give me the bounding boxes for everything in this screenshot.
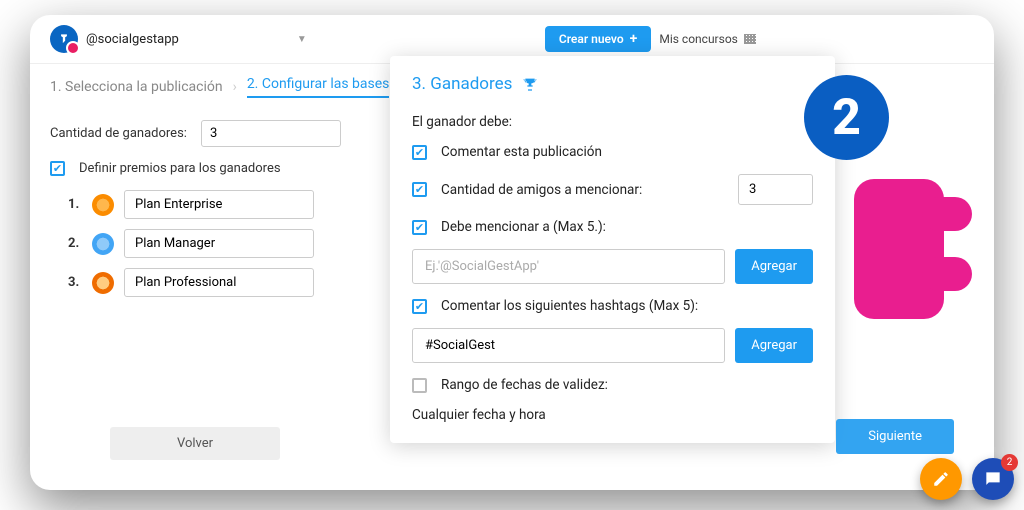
prizes-list: 1. 2. 3. [50, 190, 350, 297]
opt-comment-post[interactable]: Comentar esta publicación [412, 144, 813, 160]
account-dropdown[interactable]: @socialgestapp ▼ [50, 25, 307, 53]
chat-icon [983, 469, 1003, 489]
add-mention-button[interactable]: Agregar [735, 249, 813, 284]
mention-input-row: Agregar [412, 249, 813, 284]
account-name: @socialgestapp [86, 32, 179, 47]
winners-qty-row: Cantidad de ganadores: [50, 120, 350, 147]
define-prizes-row[interactable]: Definir premios para los ganadores [50, 161, 350, 176]
grid-icon [744, 34, 756, 44]
opt-label: Cantidad de amigos a mencionar: [441, 182, 724, 198]
opt-friends-count: Cantidad de amigos a mencionar: [412, 174, 813, 205]
winners-qty-label: Cantidad de ganadores: [50, 126, 187, 141]
step-number-badge: 2 [804, 75, 889, 160]
next-button[interactable]: Siguiente [836, 419, 954, 454]
define-prizes-label: Definir premios para los ganadores [79, 161, 281, 176]
chevron-right-icon: › [233, 79, 237, 95]
must-label: El ganador debe: [412, 114, 813, 130]
date-range-value: Cualquier fecha y hora [412, 407, 813, 423]
my-contests-link[interactable]: Mis concursos [659, 32, 756, 46]
notification-badge: 2 [1001, 454, 1018, 471]
top-center-nav: Crear nuevo + Mis concursos [545, 26, 756, 52]
create-new-button[interactable]: Crear nuevo + [545, 26, 651, 52]
opt-label: Comentar los siguientes hashtags (Max 5)… [441, 298, 813, 314]
opt-label: Debe mencionar a (Max 5.): [441, 219, 813, 235]
chat-fab[interactable]: 2 [972, 458, 1014, 500]
mention-input[interactable] [412, 249, 725, 284]
opt-must-mention[interactable]: Debe mencionar a (Max 5.): [412, 219, 813, 235]
step-1[interactable]: 1. Selecciona la publicación [50, 79, 223, 95]
medal-silver-icon [92, 233, 114, 255]
medal-gold-icon [92, 194, 114, 216]
opt-hashtags[interactable]: Comentar los siguientes hashtags (Max 5)… [412, 298, 813, 314]
add-hashtag-button[interactable]: Agregar [735, 328, 813, 363]
step-2[interactable]: 2. Configurar las bases [247, 76, 390, 98]
pencil-icon [932, 470, 950, 488]
friends-count-input[interactable] [738, 174, 813, 205]
panel-title-text: 3. Ganadores [412, 74, 512, 94]
brand-icon [50, 25, 78, 53]
checkbox-icon[interactable] [412, 299, 427, 314]
create-new-label: Crear nuevo [559, 32, 624, 46]
hashtag-input[interactable] [412, 328, 725, 363]
winners-rules-panel: 3. Ganadores El ganador debe: Comentar e… [390, 56, 835, 443]
edit-fab[interactable] [920, 458, 962, 500]
app-window: @socialgestapp ▼ Crear nuevo + Mis concu… [30, 15, 994, 490]
prize-row: 2. [68, 229, 350, 258]
checkbox-icon[interactable] [412, 182, 427, 197]
opt-label: Comentar esta publicación [441, 144, 813, 160]
trophy-icon [522, 76, 538, 92]
my-contests-label: Mis concursos [659, 32, 738, 46]
checkbox-icon[interactable] [412, 220, 427, 235]
checkbox-icon[interactable] [412, 145, 427, 160]
opt-date-range[interactable]: Rango de fechas de validez: [412, 377, 813, 393]
back-button[interactable]: Volver [110, 427, 280, 460]
prize-name-input[interactable] [124, 268, 314, 297]
panel-title: 3. Ganadores [412, 74, 813, 94]
checkbox-icon[interactable] [412, 378, 427, 393]
medal-bronze-icon [92, 272, 114, 294]
prize-name-input[interactable] [124, 190, 314, 219]
plus-icon: + [630, 32, 638, 46]
hashtag-input-row: Agregar [412, 328, 813, 363]
winners-qty-input[interactable] [201, 120, 341, 147]
prize-position: 1. [68, 197, 82, 212]
chevron-down-icon: ▼ [297, 34, 307, 45]
opt-label: Rango de fechas de validez: [441, 377, 813, 393]
prize-position: 3. [68, 275, 82, 290]
prize-row: 1. [68, 190, 350, 219]
prize-row: 3. [68, 268, 350, 297]
decorative-shape [854, 179, 944, 319]
checkbox-icon[interactable] [50, 161, 65, 176]
prize-name-input[interactable] [124, 229, 314, 258]
floating-actions: 2 [920, 458, 1014, 500]
winners-config: Cantidad de ganadores: Definir premios p… [50, 120, 350, 460]
prize-position: 2. [68, 236, 82, 251]
